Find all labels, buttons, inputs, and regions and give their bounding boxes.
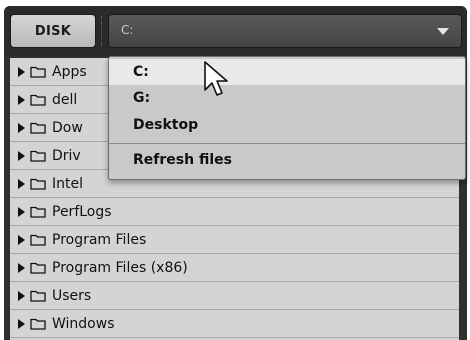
- dropdown-item-g-drive[interactable]: G:: [109, 85, 465, 111]
- triangle-right-icon[interactable]: [18, 66, 25, 77]
- folder-icon: [30, 262, 46, 274]
- triangle-right-icon[interactable]: [18, 178, 25, 189]
- folder-name: PerfLogs: [52, 203, 112, 220]
- folder-icon: [30, 150, 46, 162]
- folder-name: Windows: [52, 315, 115, 332]
- toolbar: DISK C:: [4, 6, 467, 56]
- mouse-pointer-icon: [204, 61, 228, 96]
- dropdown-item-refresh-files[interactable]: Refresh files: [109, 147, 465, 173]
- app-window: DISK C: Apps dell Dow Driv Intel PerfLog…: [0, 0, 470, 340]
- folder-icon: [30, 318, 46, 330]
- disk-button[interactable]: DISK: [10, 14, 96, 48]
- folder-name: Driv: [52, 147, 81, 164]
- folder-icon: [30, 234, 46, 246]
- folder-row[interactable]: Program Files: [10, 226, 467, 254]
- path-select-value: C:: [121, 23, 134, 37]
- folder-row[interactable]: PerfLogs: [10, 198, 467, 226]
- triangle-right-icon[interactable]: [18, 122, 25, 133]
- folder-name: Dow: [52, 119, 83, 136]
- folder-row[interactable]: Program Files (x86): [10, 254, 467, 282]
- folder-name: Program Files (x86): [52, 259, 188, 276]
- folder-name: dell: [52, 91, 78, 108]
- folder-name: Intel: [52, 175, 83, 192]
- triangle-right-icon[interactable]: [18, 234, 25, 245]
- triangle-right-icon[interactable]: [18, 290, 25, 301]
- folder-icon: [30, 290, 46, 302]
- path-dropdown-menu: C: G: Desktop Refresh files: [108, 56, 466, 180]
- folder-name: Users: [52, 287, 92, 304]
- dropdown-item-label: Desktop: [133, 117, 199, 133]
- path-select[interactable]: C:: [108, 14, 462, 48]
- triangle-right-icon[interactable]: [18, 94, 25, 105]
- folder-icon: [30, 206, 46, 218]
- dropdown-item-c-drive[interactable]: C:: [109, 59, 465, 85]
- chevron-down-icon[interactable]: [437, 28, 449, 35]
- dropdown-item-label: C:: [133, 64, 149, 80]
- folder-icon: [30, 94, 46, 106]
- dropdown-item-label: Refresh files: [133, 152, 232, 168]
- folder-row[interactable]: Users: [10, 282, 467, 310]
- triangle-right-icon[interactable]: [18, 150, 25, 161]
- dropdown-item-desktop[interactable]: Desktop: [109, 112, 465, 138]
- triangle-right-icon[interactable]: [18, 262, 25, 273]
- folder-icon: [30, 122, 46, 134]
- dropdown-item-label: G:: [133, 90, 151, 106]
- disk-button-label: DISK: [34, 23, 72, 39]
- folder-icon: [30, 66, 46, 78]
- folder-name: Apps: [52, 63, 87, 80]
- folder-row[interactable]: Windows: [10, 310, 467, 338]
- folder-name: Program Files: [52, 231, 147, 248]
- triangle-right-icon[interactable]: [18, 318, 25, 329]
- folder-icon: [30, 178, 46, 190]
- triangle-right-icon[interactable]: [18, 206, 25, 217]
- toolbar-divider: [101, 16, 103, 46]
- dropdown-divider: [109, 143, 465, 144]
